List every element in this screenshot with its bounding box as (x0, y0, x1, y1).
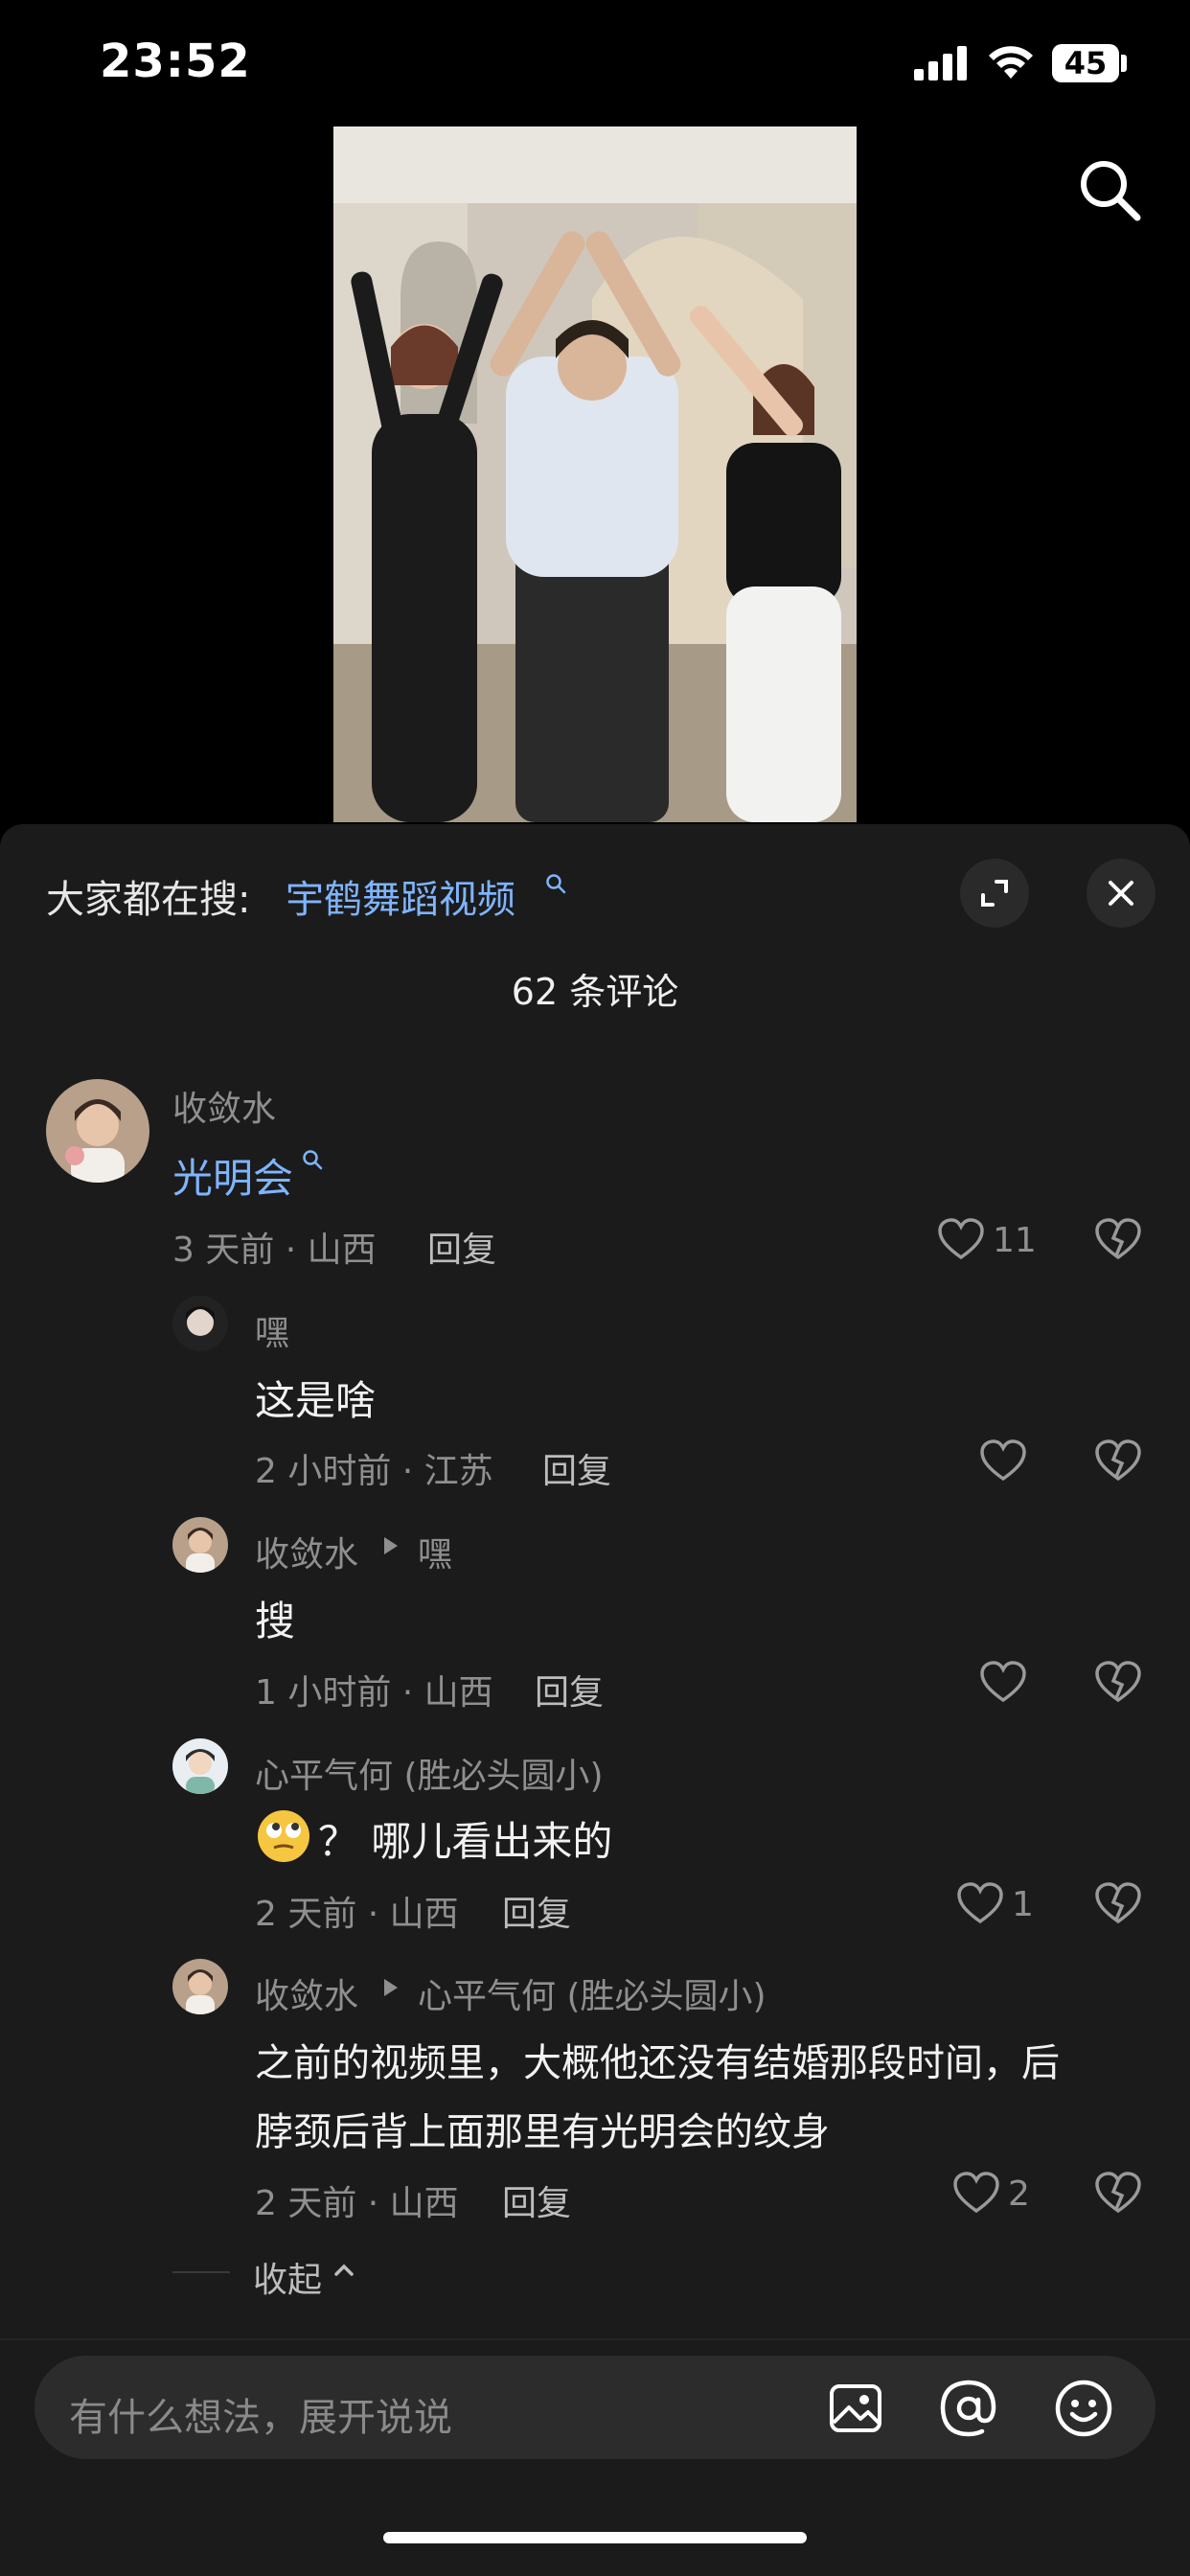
battery-level: 45 (1052, 44, 1119, 82)
dislike-icon[interactable] (1094, 2171, 1142, 2215)
search-mini-icon (546, 874, 566, 894)
reply-meta: 1 小时前 · 山西 (255, 1673, 493, 1713)
reply-username[interactable]: 嘿 (255, 1305, 289, 1355)
wifi-icon (989, 46, 1033, 79)
collapse-divider (172, 2271, 230, 2273)
emoji-rolling-eyes-icon (258, 1810, 309, 1862)
chevron-up-icon (334, 2264, 354, 2276)
comment-input[interactable]: 有什么想法，展开说说 (69, 2386, 452, 2442)
avatar[interactable] (46, 1079, 149, 1183)
heart-icon[interactable] (979, 1438, 1027, 1483)
search-suggest-prefix: 大家都在搜: (46, 878, 251, 922)
reply-button[interactable]: 回复 (502, 2175, 571, 2225)
reply-username[interactable]: 收敛水 (255, 1527, 358, 1576)
reply-arrow-icon (384, 1537, 398, 1554)
reply-username[interactable]: 心平气何 (胜必头圆小) (255, 1748, 604, 1798)
reply-to-username[interactable]: 嘿 (418, 1527, 452, 1576)
reply-meta: 2 天前 · 山西 (255, 1895, 459, 1934)
dislike-icon[interactable] (1094, 1660, 1142, 1704)
signal-icon (914, 46, 967, 80)
avatar[interactable] (172, 1738, 228, 1794)
comment-text-link[interactable]: 光明会 (172, 1146, 293, 1205)
reply-text-line: 之前的视频里，大概他还没有结婚那段时间，后 (255, 2041, 1060, 2085)
dislike-icon[interactable] (1094, 1217, 1142, 1261)
avatar[interactable] (172, 1296, 228, 1351)
reply-button[interactable]: 回复 (535, 1665, 604, 1714)
heart-icon[interactable] (979, 1660, 1027, 1704)
comment-username[interactable]: 收敛水 (172, 1081, 276, 1131)
at-icon[interactable] (939, 2379, 998, 2438)
close-button[interactable] (1087, 859, 1156, 928)
reply-text: 这是啥 (255, 1377, 377, 1424)
video-player[interactable] (333, 126, 857, 822)
reply-text-line: 脖颈后背上面那里有光明会的纹身 (255, 2110, 830, 2154)
status-time: 23:52 (100, 34, 251, 88)
reply-button[interactable]: 回复 (502, 1886, 571, 1936)
heart-icon[interactable] (956, 1881, 1004, 1925)
reply-meta: 2 天前 · 山西 (255, 2184, 459, 2223)
search-mini-icon (303, 1150, 323, 1170)
reply-meta: 2 小时前 · 江苏 (255, 1452, 493, 1491)
heart-icon[interactable] (952, 2171, 1000, 2215)
comment-meta: 3 天前 · 山西 (172, 1230, 377, 1270)
search-icon[interactable] (1077, 157, 1144, 224)
reply-arrow-icon (384, 1979, 398, 1996)
emoji-icon[interactable] (1054, 2379, 1113, 2438)
search-suggest-term[interactable]: 宇鹤舞蹈视频 (286, 868, 515, 924)
reply-text: ？ 哪儿看出来的 (318, 1818, 613, 1865)
like-count: 1 (1012, 1885, 1034, 1924)
expand-button[interactable] (960, 859, 1029, 928)
avatar[interactable] (172, 1517, 228, 1573)
like-count: 2 (1008, 2174, 1030, 2214)
avatar[interactable] (172, 1959, 228, 2014)
divider (0, 2338, 1190, 2340)
like-count: 11 (993, 1221, 1037, 1260)
reply-username[interactable]: 收敛水 (255, 1968, 358, 2018)
expand-icon (981, 880, 1008, 907)
collapse-replies-button[interactable]: 收起 (253, 2252, 322, 2302)
reply-button[interactable]: 回复 (542, 1443, 611, 1493)
dislike-icon[interactable] (1094, 1438, 1142, 1483)
reply-text: 搜 (255, 1598, 296, 1644)
image-icon[interactable] (828, 2380, 883, 2436)
reply-to-username[interactable]: 心平气何 (胜必头圆小) (418, 1968, 767, 2018)
dislike-icon[interactable] (1094, 1881, 1142, 1925)
battery-tip (1121, 55, 1127, 72)
reply-button[interactable]: 回复 (427, 1222, 496, 1272)
close-icon (1109, 881, 1133, 906)
comments-count-title: 62 条评论 (511, 971, 679, 1013)
heart-icon[interactable] (937, 1217, 985, 1261)
home-indicator (383, 2532, 807, 2543)
